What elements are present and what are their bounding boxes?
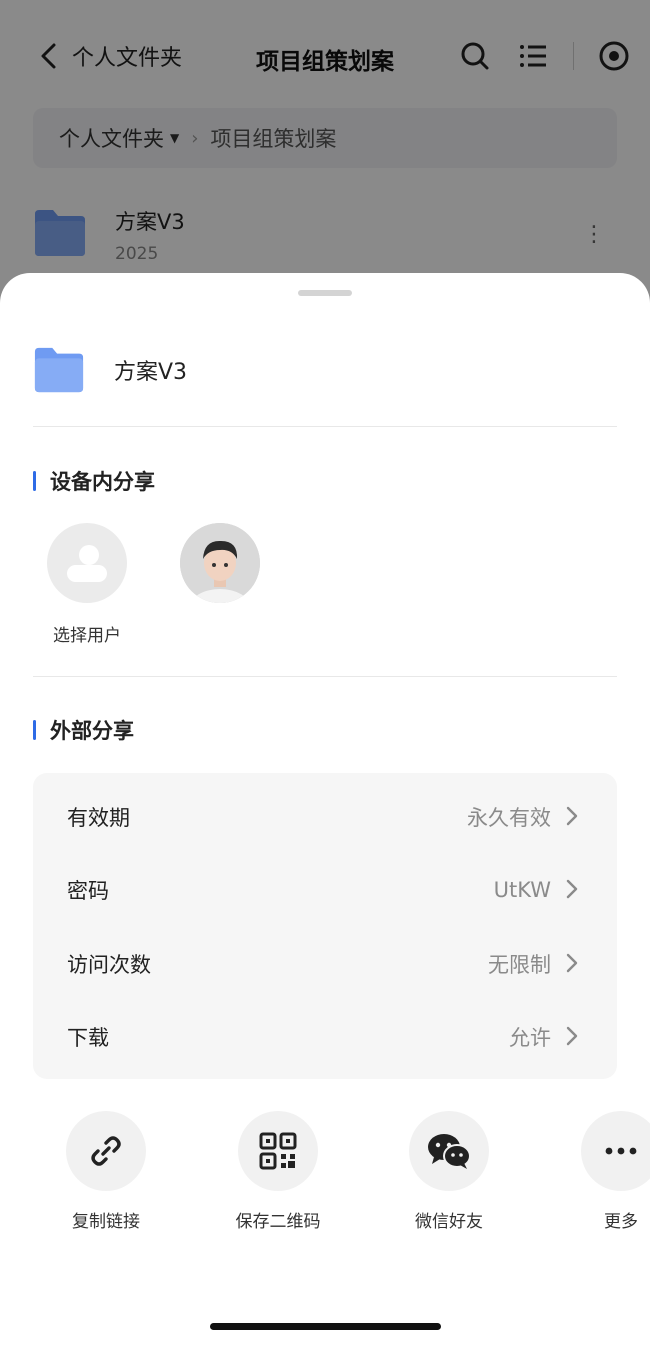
more-label: 更多 [604, 1212, 638, 1232]
wechat-friend-button[interactable]: 微信好友 [379, 1111, 519, 1232]
section-title-text: 外部分享 [50, 719, 134, 743]
chevron-right-icon [566, 879, 578, 899]
share-actions: 复制链接 保存二维码 微信好友 更多 [0, 1111, 650, 1241]
section-accent-bar [33, 471, 36, 491]
section-accent-bar [33, 720, 36, 740]
contact-user[interactable] [170, 523, 270, 621]
divider [33, 426, 617, 427]
copy-link-button[interactable]: 复制链接 [36, 1111, 176, 1232]
select-user-label: 选择用户 [53, 626, 121, 646]
shared-file-header: 方案V3 [33, 341, 617, 397]
link-icon [66, 1111, 146, 1191]
chevron-right-icon [566, 806, 578, 826]
external-share-settings: 有效期 永久有效 密码 UtKW 访问次数 无限制 下载 允许 [33, 773, 617, 1079]
external-share-title: 外部分享 [33, 715, 134, 745]
sheet-grabber[interactable] [298, 290, 352, 296]
save-qr-code-label: 保存二维码 [235, 1212, 321, 1232]
setting-value: UtKW [493, 877, 551, 902]
more-icon [581, 1111, 650, 1191]
user-placeholder-icon [47, 523, 127, 603]
home-indicator[interactable] [210, 1323, 441, 1330]
save-qr-code-button[interactable]: 保存二维码 [208, 1111, 348, 1232]
more-button[interactable]: 更多 [551, 1111, 650, 1232]
setting-row-password[interactable]: 密码 UtKW [33, 853, 617, 926]
select-user-button[interactable]: 选择用户 [37, 523, 137, 646]
wechat-icon [409, 1111, 489, 1191]
shared-file-name: 方案V3 [114, 360, 188, 385]
share-bottom-sheet: 方案V3 设备内分享 选择用户 外部分享 有效期 永久有效 密码 UtKW 访问… [0, 273, 650, 1345]
setting-key: 密码 [67, 878, 109, 903]
copy-link-label: 复制链接 [72, 1212, 140, 1232]
divider [33, 676, 617, 677]
setting-value: 允许 [509, 1025, 551, 1050]
internal-share-title: 设备内分享 [33, 466, 155, 496]
avatar [180, 523, 260, 603]
setting-key: 有效期 [67, 805, 130, 830]
wechat-friend-label: 微信好友 [415, 1212, 483, 1232]
section-title-text: 设备内分享 [50, 470, 155, 494]
setting-value: 无限制 [488, 952, 551, 977]
setting-key: 下载 [67, 1025, 109, 1050]
qr-code-icon [238, 1111, 318, 1191]
setting-row-visit-count[interactable]: 访问次数 无限制 [33, 927, 617, 1000]
setting-key: 访问次数 [67, 952, 151, 977]
chevron-right-icon [566, 1026, 578, 1046]
chevron-right-icon [566, 953, 578, 973]
setting-row-download[interactable]: 下载 允许 [33, 1000, 617, 1073]
folder-icon [34, 347, 84, 393]
setting-row-expiry[interactable]: 有效期 永久有效 [33, 780, 617, 853]
setting-value: 永久有效 [467, 805, 551, 830]
